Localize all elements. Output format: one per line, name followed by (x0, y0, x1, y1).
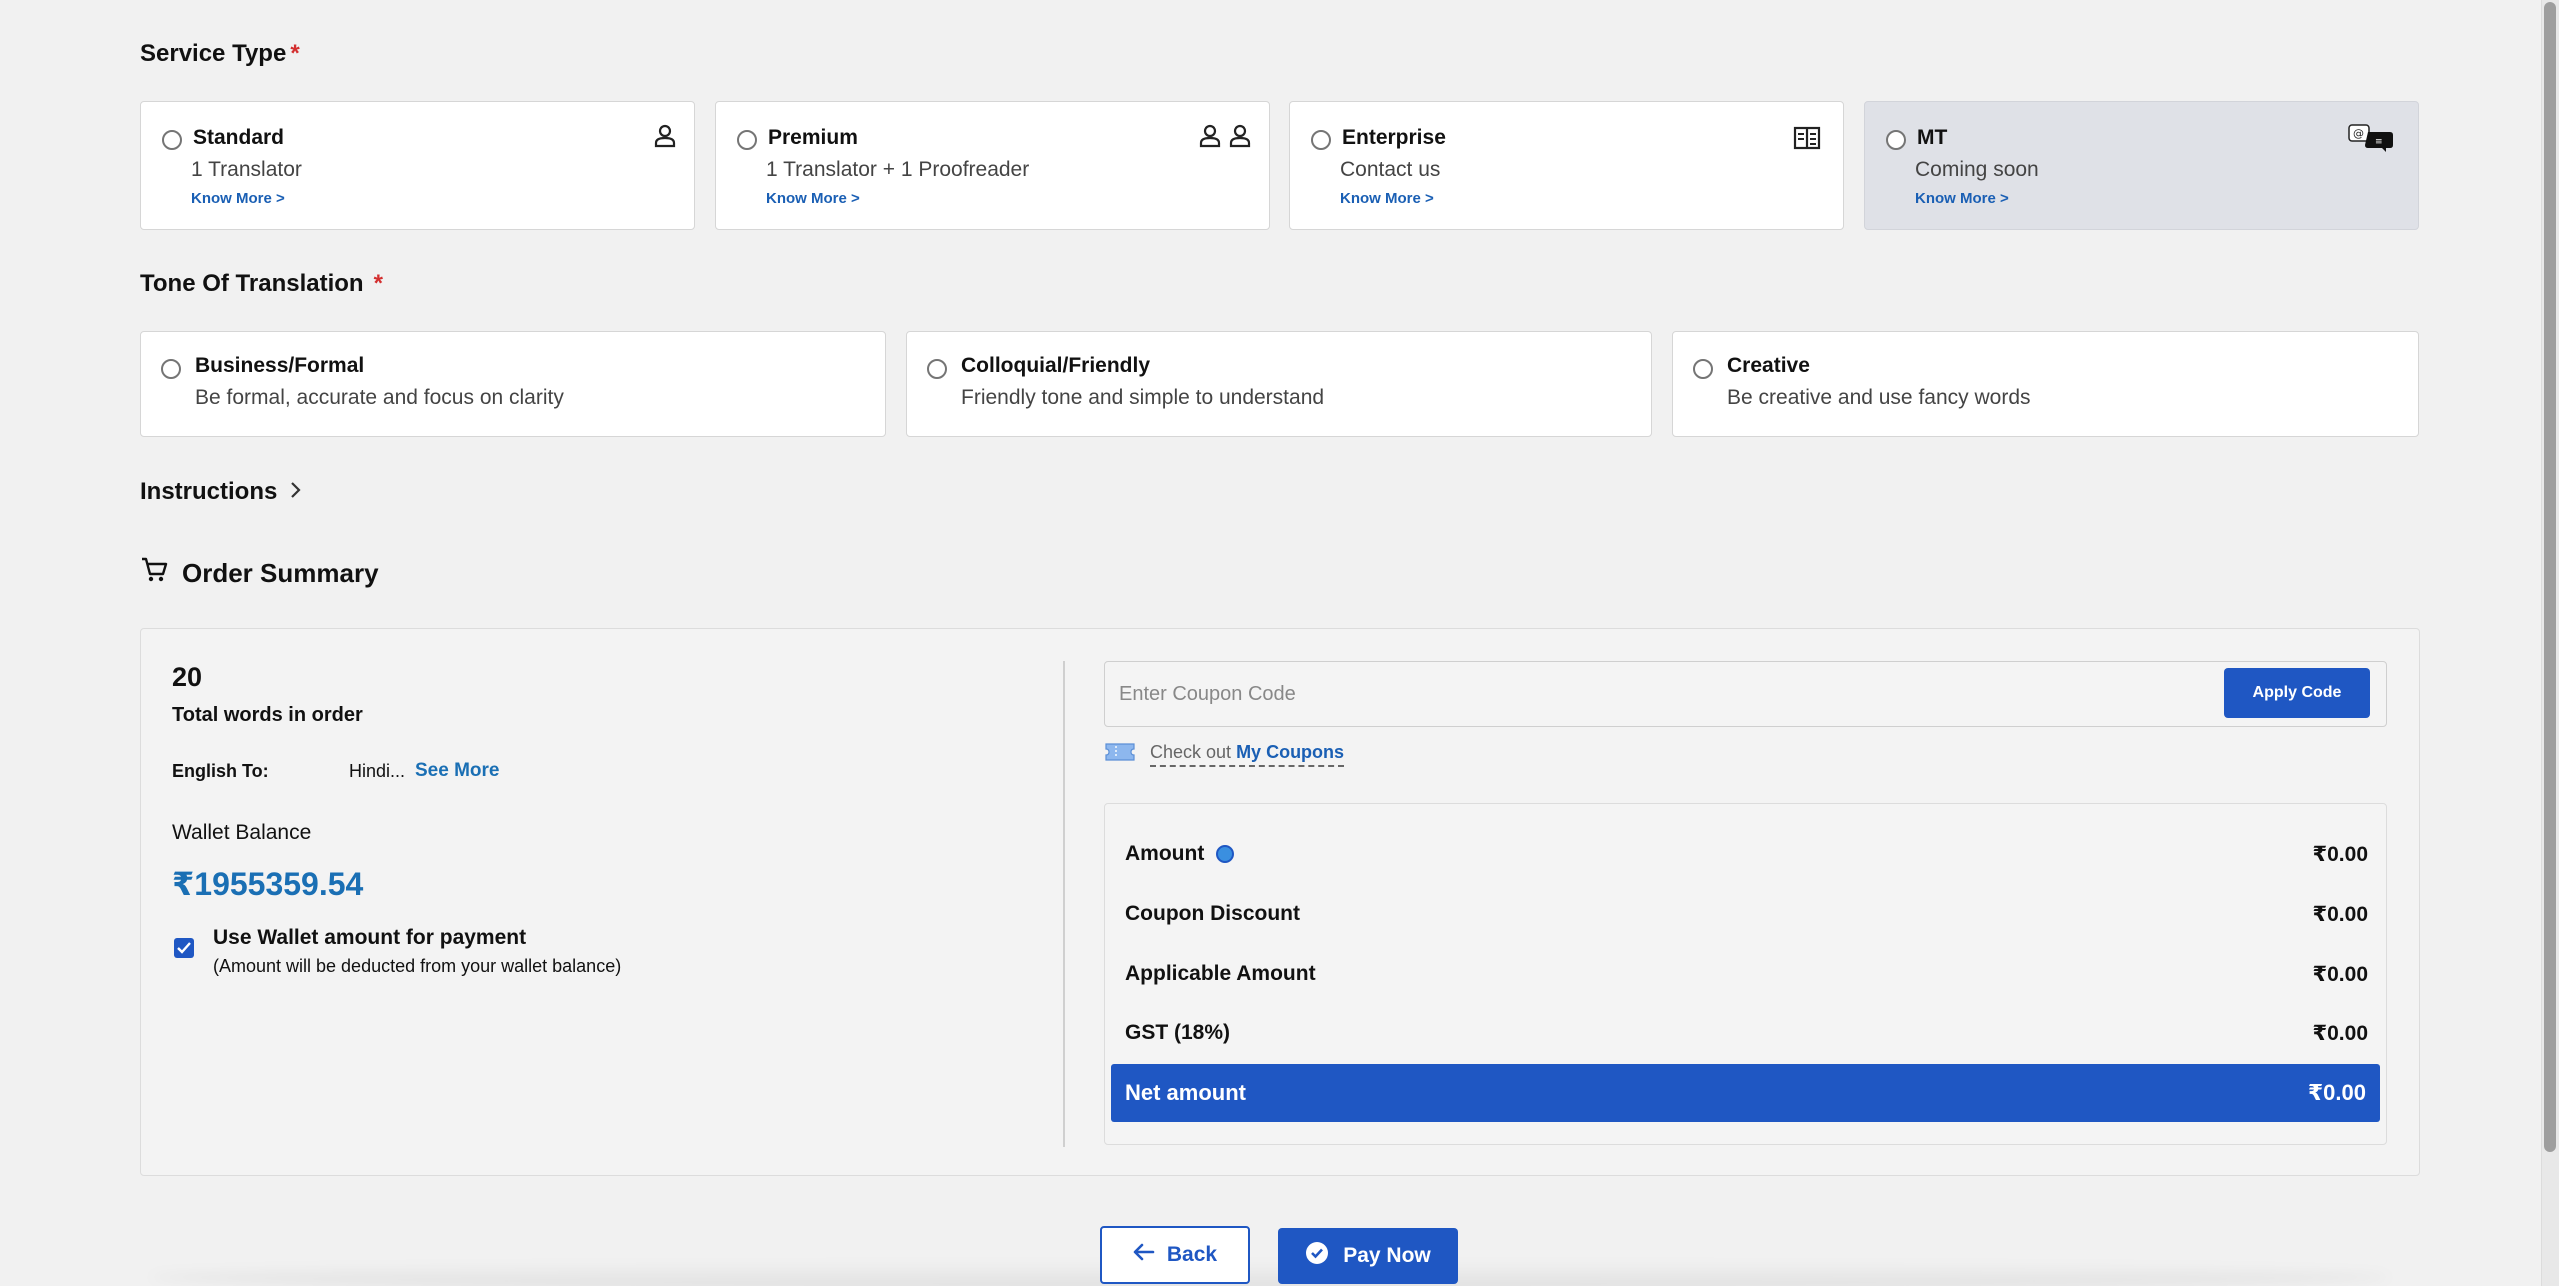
price-row-applicable-amount: Applicable Amount ₹0.00 (1125, 946, 2368, 1002)
required-mark: * (373, 270, 383, 297)
net-amount-label: Net amount (1125, 1080, 1246, 1105)
coupon-field-wrapper: Apply Code (1104, 661, 2387, 727)
service-option-standard[interactable]: Standard 1 Translator Know More > (140, 101, 695, 230)
scrollbar-thumb[interactable] (2544, 2, 2556, 1152)
info-icon[interactable] (1216, 845, 1235, 863)
pay-now-label: Pay Now (1343, 1244, 1431, 1267)
service-name: Enterprise (1342, 126, 1446, 149)
check-icon (177, 942, 191, 954)
know-more-link[interactable]: Know More > (766, 190, 860, 207)
price-value: ₹0.00 (2312, 1021, 2368, 1045)
check-circle-icon (1305, 1241, 1329, 1271)
use-wallet-note: (Amount will be deducted from your walle… (213, 956, 622, 976)
coupon-ticket-icon (1104, 741, 1136, 768)
service-option-premium[interactable]: Premium 1 Translator + 1 Proofreader Kno… (715, 101, 1270, 230)
order-summary-title: Order Summary (182, 558, 379, 588)
footer-shadow (150, 1262, 2390, 1286)
coupon-code-input[interactable] (1105, 662, 2205, 726)
price-value: ₹0.00 (2312, 962, 2368, 986)
cart-icon (140, 556, 168, 591)
know-more-link[interactable]: Know More > (1340, 190, 1434, 207)
service-option-enterprise[interactable]: Enterprise Contact us Know More > (1289, 101, 1844, 230)
vertical-divider (1063, 661, 1065, 1147)
use-wallet-checkbox[interactable] (174, 938, 194, 958)
price-row-amount: Amount ₹0.00 (1125, 826, 2368, 882)
person-icon (654, 124, 676, 153)
service-type-title: Service Type (140, 40, 287, 67)
know-more-link[interactable]: Know More > (191, 190, 285, 207)
required-mark: * (290, 40, 300, 67)
scrollbar[interactable] (2541, 0, 2559, 1286)
service-name: Premium (768, 126, 858, 149)
net-amount-value: ₹0.00 (2307, 1080, 2366, 1105)
tone-option-business-formal[interactable]: Business/Formal Be formal, accurate and … (140, 331, 886, 437)
back-label: Back (1166, 1243, 1218, 1266)
price-value: ₹0.00 (2312, 902, 2368, 926)
wallet-balance-label: Wallet Balance (172, 821, 312, 844)
price-row-gst: GST (18%) ₹0.00 (1125, 1005, 2368, 1061)
svg-text:≡: ≡ (2375, 137, 2383, 147)
radio-creative[interactable] (1693, 359, 1713, 379)
radio-business-formal[interactable] (161, 359, 181, 379)
net-amount-row: Net amount ₹0.00 (1111, 1064, 2380, 1122)
pay-now-button[interactable]: Pay Now (1278, 1228, 1458, 1284)
tone-name: Creative (1727, 354, 1810, 377)
coupon-hint-prefix: Check out (1150, 742, 1232, 762)
service-subtitle: 1 Translator (191, 158, 302, 181)
service-option-mt: MT Coming soon Know More > @ ≡ (1864, 101, 2419, 230)
language-value: Hindi... (349, 761, 406, 781)
tone-heading: Tone Of Translation * (140, 270, 383, 298)
tone-subtitle: Friendly tone and simple to understand (961, 386, 1325, 409)
coupon-hint: Check out My Coupons (1104, 741, 1345, 768)
word-count: 20 (172, 662, 203, 692)
apply-code-button[interactable]: Apply Code (2224, 668, 2370, 718)
tone-subtitle: Be formal, accurate and focus on clarity (195, 386, 564, 409)
service-subtitle: 1 Translator + 1 Proofreader (766, 158, 1030, 181)
use-wallet-label[interactable]: Use Wallet amount for payment (213, 926, 526, 950)
price-label: Applicable Amount (1125, 962, 1316, 985)
price-label: GST (18%) (1125, 1021, 1231, 1044)
instructions-toggle[interactable]: Instructions (140, 478, 301, 506)
service-subtitle: Contact us (1340, 158, 1441, 181)
order-summary-panel: 20 Total words in order English To: Hind… (140, 628, 2420, 1176)
instructions-label: Instructions (140, 478, 278, 505)
word-count-label: Total words in order (172, 704, 363, 726)
my-coupons-link[interactable]: Check out My Coupons (1150, 742, 1345, 767)
price-value: ₹0.00 (2312, 842, 2368, 866)
building-icon (1793, 126, 1821, 155)
service-name: MT (1917, 126, 1948, 149)
see-more-link[interactable]: See More (415, 760, 499, 782)
tone-title: Tone Of Translation (140, 270, 364, 297)
radio-standard[interactable] (162, 130, 182, 150)
service-type-heading: Service Type * (140, 40, 300, 68)
radio-mt (1886, 130, 1906, 150)
two-persons-icon (1199, 124, 1251, 153)
tone-name: Business/Formal (195, 354, 365, 377)
price-label: Coupon Discount (1125, 902, 1300, 925)
arrow-left-icon (1133, 1243, 1155, 1267)
language-label: English To: (172, 761, 269, 781)
page: Service Type * Standard 1 Translator Know… (0, 0, 2559, 1286)
radio-enterprise[interactable] (1311, 130, 1331, 150)
price-breakdown: Amount ₹0.00 Coupon Discount ₹0.00 Appli… (1104, 803, 2387, 1145)
svg-text:@: @ (2353, 127, 2364, 140)
price-row-coupon-discount: Coupon Discount ₹0.00 (1125, 886, 2368, 942)
radio-premium[interactable] (737, 130, 757, 150)
chevron-right-icon (289, 478, 301, 506)
service-subtitle: Coming soon (1915, 158, 2039, 181)
my-coupons-label[interactable]: My Coupons (1236, 742, 1344, 762)
know-more-link[interactable]: Know More > (1915, 190, 2009, 207)
service-name: Standard (193, 126, 285, 149)
wallet-balance-value: ₹1955359.54 (172, 866, 364, 902)
radio-colloquial-friendly[interactable] (927, 359, 947, 379)
tone-option-colloquial-friendly[interactable]: Colloquial/Friendly Friendly tone and si… (906, 331, 1652, 437)
tone-name: Colloquial/Friendly (961, 354, 1151, 377)
order-summary-heading: Order Summary (140, 556, 379, 591)
price-label: Amount (1125, 842, 1205, 865)
back-button[interactable]: Back (1100, 1226, 1250, 1284)
machine-translation-icon: @ ≡ (2348, 124, 2394, 157)
tone-subtitle: Be creative and use fancy words (1727, 386, 2031, 409)
tone-option-creative[interactable]: Creative Be creative and use fancy words (1672, 331, 2419, 437)
